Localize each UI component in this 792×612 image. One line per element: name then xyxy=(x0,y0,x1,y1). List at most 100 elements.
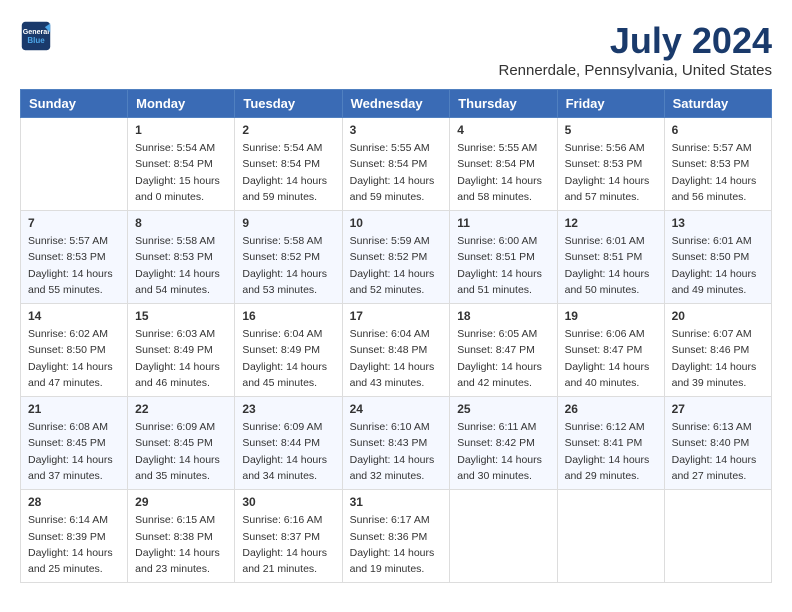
day-info: Sunrise: 6:06 AMSunset: 8:47 PMDaylight:… xyxy=(565,326,657,391)
week-row-1: 1 Sunrise: 5:54 AMSunset: 8:54 PMDaylight… xyxy=(21,118,772,211)
day-number: 22 xyxy=(135,402,227,416)
day-header-thursday: Thursday xyxy=(450,90,557,118)
calendar-cell: 13 Sunrise: 6:01 AMSunset: 8:50 PMDayligh… xyxy=(664,211,771,304)
day-info: Sunrise: 6:02 AMSunset: 8:50 PMDaylight:… xyxy=(28,326,120,391)
day-info: Sunrise: 6:10 AMSunset: 8:43 PMDaylight:… xyxy=(350,419,443,484)
day-number: 10 xyxy=(350,216,443,230)
week-row-4: 21Sunrise: 6:08 AMSunset: 8:45 PMDayligh… xyxy=(21,397,772,490)
page-header: General Blue July 2024 Rennerdale, Penns… xyxy=(20,20,772,79)
day-info: Sunrise: 6:04 AMSunset: 8:49 PMDaylight:… xyxy=(242,326,334,391)
calendar-cell: 5Sunrise: 5:56 AMSunset: 8:53 PMDaylight… xyxy=(557,118,664,211)
week-row-5: 28 Sunrise: 6:14 AMSunset: 8:39 PMDayligh… xyxy=(21,490,772,583)
day-number: 25 xyxy=(457,402,549,416)
day-number: 7 xyxy=(28,216,120,230)
day-number: 19 xyxy=(565,309,657,323)
calendar-cell: 1Sunrise: 5:54 AMSunset: 8:54 PMDaylight… xyxy=(128,118,235,211)
calendar-cell: 31 Sunrise: 6:17 AMSunset: 8:36 PMDayligh… xyxy=(342,490,450,583)
day-info: Sunrise: 6:03 AMSunset: 8:49 PMDaylight:… xyxy=(135,326,227,391)
calendar-cell: 17 Sunrise: 6:04 AMSunset: 8:48 PMDayligh… xyxy=(342,304,450,397)
title-block: July 2024 Rennerdale, Pennsylvania, Unit… xyxy=(498,20,772,79)
calendar-cell: 7Sunrise: 5:57 AMSunset: 8:53 PMDaylight… xyxy=(21,211,128,304)
calendar-cell: 19 Sunrise: 6:06 AMSunset: 8:47 PMDayligh… xyxy=(557,304,664,397)
calendar-cell xyxy=(557,490,664,583)
calendar-cell: 24 Sunrise: 6:10 AMSunset: 8:43 PMDayligh… xyxy=(342,397,450,490)
day-info: Sunrise: 6:15 AMSunset: 8:38 PMDaylight:… xyxy=(135,512,227,577)
calendar-cell: 27 Sunrise: 6:13 AMSunset: 8:40 PMDayligh… xyxy=(664,397,771,490)
day-info: Sunrise: 6:09 AMSunset: 8:44 PMDaylight:… xyxy=(242,419,334,484)
calendar-cell: 4 Sunrise: 5:55 AMSunset: 8:54 PMDaylight… xyxy=(450,118,557,211)
day-number: 24 xyxy=(350,402,443,416)
calendar-cell: 11 Sunrise: 6:00 AMSunset: 8:51 PMDayligh… xyxy=(450,211,557,304)
day-info: Sunrise: 5:58 AMSunset: 8:52 PMDaylight:… xyxy=(242,233,334,298)
calendar-cell: 18 Sunrise: 6:05 AMSunset: 8:47 PMDayligh… xyxy=(450,304,557,397)
day-number: 27 xyxy=(672,402,764,416)
calendar-cell xyxy=(664,490,771,583)
calendar-cell: 28 Sunrise: 6:14 AMSunset: 8:39 PMDayligh… xyxy=(21,490,128,583)
day-info: Sunrise: 5:59 AMSunset: 8:52 PMDaylight:… xyxy=(350,233,443,298)
day-header-tuesday: Tuesday xyxy=(235,90,342,118)
day-number: 2 xyxy=(242,123,334,137)
day-info: Sunrise: 5:57 AMSunset: 8:53 PMDaylight:… xyxy=(672,140,764,205)
day-info: Sunrise: 6:00 AMSunset: 8:51 PMDaylight:… xyxy=(457,233,549,298)
day-info: Sunrise: 6:13 AMSunset: 8:40 PMDaylight:… xyxy=(672,419,764,484)
day-info: Sunrise: 6:16 AMSunset: 8:37 PMDaylight:… xyxy=(242,512,334,577)
calendar-cell: 26 Sunrise: 6:12 AMSunset: 8:41 PMDayligh… xyxy=(557,397,664,490)
day-number: 20 xyxy=(672,309,764,323)
logo: General Blue xyxy=(20,20,52,52)
day-number: 8 xyxy=(135,216,227,230)
day-number: 26 xyxy=(565,402,657,416)
week-row-2: 7Sunrise: 5:57 AMSunset: 8:53 PMDaylight… xyxy=(21,211,772,304)
day-number: 13 xyxy=(672,216,764,230)
svg-text:General: General xyxy=(23,28,50,36)
day-info: Sunrise: 6:09 AMSunset: 8:45 PMDaylight:… xyxy=(135,419,227,484)
calendar-cell: 29 Sunrise: 6:15 AMSunset: 8:38 PMDayligh… xyxy=(128,490,235,583)
day-info: Sunrise: 6:17 AMSunset: 8:36 PMDaylight:… xyxy=(350,512,443,577)
day-number: 15 xyxy=(135,309,227,323)
day-number: 23 xyxy=(242,402,334,416)
day-info: Sunrise: 5:55 AMSunset: 8:54 PMDaylight:… xyxy=(457,140,549,205)
day-header-friday: Friday xyxy=(557,90,664,118)
day-header-saturday: Saturday xyxy=(664,90,771,118)
day-number: 9 xyxy=(242,216,334,230)
day-header-monday: Monday xyxy=(128,90,235,118)
calendar-cell: 12Sunrise: 6:01 AMSunset: 8:51 PMDayligh… xyxy=(557,211,664,304)
calendar-cell: 10 Sunrise: 5:59 AMSunset: 8:52 PMDayligh… xyxy=(342,211,450,304)
day-number: 29 xyxy=(135,495,227,509)
day-number: 28 xyxy=(28,495,120,509)
calendar-cell: 23 Sunrise: 6:09 AMSunset: 8:44 PMDayligh… xyxy=(235,397,342,490)
day-number: 30 xyxy=(242,495,334,509)
day-info: Sunrise: 6:04 AMSunset: 8:48 PMDaylight:… xyxy=(350,326,443,391)
day-info: Sunrise: 6:05 AMSunset: 8:47 PMDaylight:… xyxy=(457,326,549,391)
calendar-cell: 25 Sunrise: 6:11 AMSunset: 8:42 PMDayligh… xyxy=(450,397,557,490)
calendar-cell: 21Sunrise: 6:08 AMSunset: 8:45 PMDayligh… xyxy=(21,397,128,490)
calendar-cell: 3Sunrise: 5:55 AMSunset: 8:54 PMDaylight… xyxy=(342,118,450,211)
svg-text:Blue: Blue xyxy=(27,36,45,45)
day-number: 4 xyxy=(457,123,549,137)
day-info: Sunrise: 5:54 AMSunset: 8:54 PMDaylight:… xyxy=(242,140,334,205)
calendar-cell: 6Sunrise: 5:57 AMSunset: 8:53 PMDaylight… xyxy=(664,118,771,211)
day-info: Sunrise: 6:11 AMSunset: 8:42 PMDaylight:… xyxy=(457,419,549,484)
day-info: Sunrise: 6:01 AMSunset: 8:50 PMDaylight:… xyxy=(672,233,764,298)
week-row-3: 14Sunrise: 6:02 AMSunset: 8:50 PMDayligh… xyxy=(21,304,772,397)
calendar-cell: 9 Sunrise: 5:58 AMSunset: 8:52 PMDaylight… xyxy=(235,211,342,304)
day-number: 1 xyxy=(135,123,227,137)
day-number: 3 xyxy=(350,123,443,137)
day-info: Sunrise: 6:14 AMSunset: 8:39 PMDaylight:… xyxy=(28,512,120,577)
day-number: 11 xyxy=(457,216,549,230)
day-number: 17 xyxy=(350,309,443,323)
day-number: 16 xyxy=(242,309,334,323)
calendar-cell: 22 Sunrise: 6:09 AMSunset: 8:45 PMDayligh… xyxy=(128,397,235,490)
logo-icon: General Blue xyxy=(20,20,52,52)
calendar-cell: 2 Sunrise: 5:54 AMSunset: 8:54 PMDaylight… xyxy=(235,118,342,211)
calendar-cell: 20 Sunrise: 6:07 AMSunset: 8:46 PMDayligh… xyxy=(664,304,771,397)
day-info: Sunrise: 6:12 AMSunset: 8:41 PMDaylight:… xyxy=(565,419,657,484)
day-info: Sunrise: 6:01 AMSunset: 8:51 PMDaylight:… xyxy=(565,233,657,298)
calendar-header: SundayMondayTuesdayWednesdayThursdayFrid… xyxy=(21,90,772,118)
day-number: 31 xyxy=(350,495,443,509)
days-of-week-row: SundayMondayTuesdayWednesdayThursdayFrid… xyxy=(21,90,772,118)
day-info: Sunrise: 6:07 AMSunset: 8:46 PMDaylight:… xyxy=(672,326,764,391)
day-number: 5 xyxy=(565,123,657,137)
calendar-cell xyxy=(450,490,557,583)
day-number: 18 xyxy=(457,309,549,323)
month-title: July 2024 xyxy=(498,20,772,62)
